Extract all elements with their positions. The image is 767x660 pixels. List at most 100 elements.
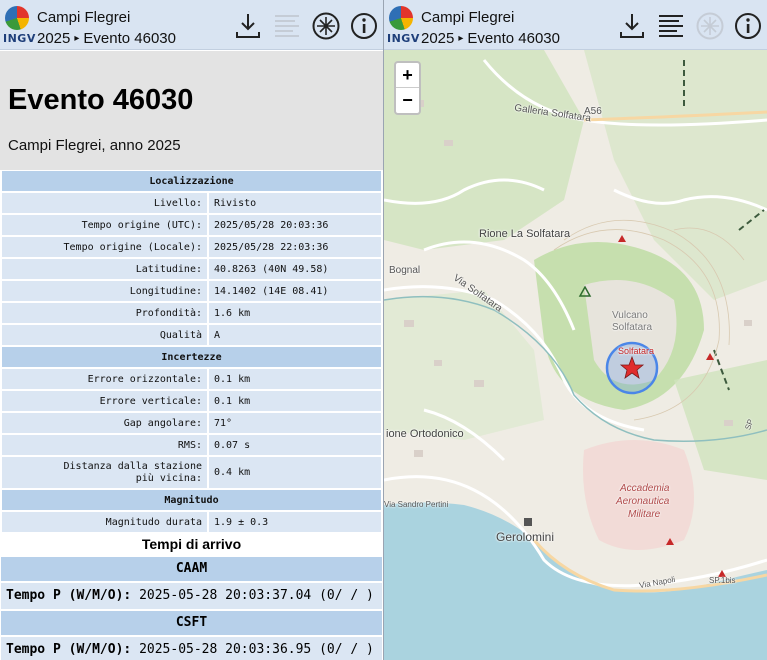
map-label: Vulcano xyxy=(612,310,648,321)
row-value: 2025/05/28 20:03:36 xyxy=(209,215,381,235)
row-key-line1: Distanza dalla stazione xyxy=(63,460,202,472)
event-detail-pane: INGV Campi Flegrei 2025 ▸ Evento 46030 Eve… xyxy=(0,0,383,660)
map-label: Rione La Solfatara xyxy=(479,228,571,240)
row-key: Livello: xyxy=(2,193,207,213)
zoom-in-button[interactable]: + xyxy=(396,63,419,88)
map-pane: Galleria Solfatara A56 Rione La Solfatar… xyxy=(384,0,767,660)
list-icon xyxy=(659,15,683,37)
row-key: Gap angolare: xyxy=(2,413,207,433)
station-row: Tempo P (W/M/O): 2025-05-28 20:03:37.04 … xyxy=(1,583,382,609)
map-label: Via Sandro Pertini xyxy=(384,500,449,509)
list-button[interactable] xyxy=(656,11,686,41)
breadcrumb-event: Evento 46030 xyxy=(467,30,560,47)
list-icon xyxy=(275,15,299,37)
row-value: 0.07 s xyxy=(209,435,381,455)
logo-text: INGV xyxy=(387,32,420,45)
breadcrumb-year[interactable]: 2025 xyxy=(421,30,454,47)
table-row: Errore verticale: 0.1 km xyxy=(2,391,381,411)
row-value: 14.1402 (14E 08.41) xyxy=(209,281,381,301)
zoom-control: + − xyxy=(394,61,421,115)
row-value: 0.1 km xyxy=(209,369,381,389)
download-button[interactable] xyxy=(617,11,647,41)
section-localizzazione: Localizzazione xyxy=(2,171,381,191)
left-top-bar: INGV Campi Flegrei 2025 ▸ Evento 46030 xyxy=(0,0,383,50)
no-map-button[interactable] xyxy=(311,11,341,41)
table-row: Qualità A xyxy=(2,325,381,345)
table-row: Longitudine: 14.1402 (14E 08.41) xyxy=(2,281,381,301)
map-label: ione Ortodonico xyxy=(386,428,464,440)
app-title: Campi Flegrei xyxy=(37,9,131,26)
row-value: 2025/05/28 22:03:36 xyxy=(209,237,381,257)
breadcrumb-event: Evento 46030 xyxy=(83,30,176,47)
info-button[interactable] xyxy=(349,11,379,41)
info-button[interactable] xyxy=(733,11,763,41)
table-row: Distanza dalla stazione più vicina: 0.4 km xyxy=(2,457,381,488)
row-value: 71° xyxy=(209,413,381,433)
map-label: Solfatara xyxy=(612,322,653,333)
station-marker-icon xyxy=(524,518,532,526)
map-canvas[interactable] xyxy=(384,0,767,660)
ingv-logo: INGV xyxy=(387,6,419,46)
download-icon xyxy=(236,14,260,38)
row-value: 0.4 km xyxy=(209,457,381,488)
zoom-out-button[interactable]: − xyxy=(396,88,419,113)
row-key: Errore verticale: xyxy=(2,391,207,411)
no-map-button[interactable] xyxy=(695,11,725,41)
map-label: SP.1bis xyxy=(709,576,736,585)
row-value: A xyxy=(209,325,381,345)
download-button[interactable] xyxy=(233,11,263,41)
breadcrumb-separator: ▸ xyxy=(458,33,464,44)
ingv-logo: INGV xyxy=(3,6,35,46)
arrival-times-title: Tempi di arrivo xyxy=(141,536,242,552)
map-label: Aeronautica xyxy=(616,496,670,507)
logo-text: INGV xyxy=(3,32,36,45)
table-row: Profondità: 1.6 km xyxy=(2,303,381,323)
event-title: Evento 46030 xyxy=(8,84,194,116)
station-row: Tempo P (W/M/O): 2025-05-28 20:03:36.95 … xyxy=(1,637,382,660)
table-row: RMS: 0.07 s xyxy=(2,435,381,455)
info-icon xyxy=(735,13,761,39)
ingv-globe-icon xyxy=(389,6,413,30)
row-value: 1.9 ± 0.3 xyxy=(209,512,381,532)
table-row: Errore orizzontale: 0.1 km xyxy=(2,369,381,389)
station-header: CAAM xyxy=(1,557,382,581)
row-value: 0.1 km xyxy=(209,391,381,411)
breadcrumb: 2025 ▸ Evento 46030 xyxy=(421,30,560,47)
info-icon xyxy=(351,13,377,39)
row-value: 40.8263 (40N 49.58) xyxy=(209,259,381,279)
event-subtitle: Campi Flegrei, anno 2025 xyxy=(8,137,181,154)
right-top-bar: INGV Campi Flegrei 2025 ▸ Evento 46030 xyxy=(384,0,767,50)
row-key: Profondità: xyxy=(2,303,207,323)
table-row: Tempo origine (UTC): 2025/05/28 20:03:36 xyxy=(2,215,381,235)
map-label: Militare xyxy=(628,509,661,520)
arrival-label: Tempo P (W/M/O): xyxy=(6,588,132,603)
row-key: Distanza dalla stazione più vicina: xyxy=(2,457,207,488)
row-key: Longitudine: xyxy=(2,281,207,301)
breadcrumb: 2025 ▸ Evento 46030 xyxy=(37,30,176,47)
row-key: Magnitudo durata xyxy=(2,512,207,532)
row-value: Rivisto xyxy=(209,193,381,213)
table-row: Tempo origine (Locale): 2025/05/28 22:03:… xyxy=(2,237,381,257)
download-icon xyxy=(620,14,644,38)
breadcrumb-separator: ▸ xyxy=(74,33,80,44)
list-button[interactable] xyxy=(272,11,302,41)
row-key: Qualità xyxy=(2,325,207,345)
breadcrumb-year[interactable]: 2025 xyxy=(37,30,70,47)
arrival-value: 2025-05-28 20:03:36.95 (0/ / ) xyxy=(139,642,374,657)
map-label: Solfatara xyxy=(618,346,655,356)
map-label: Bognal xyxy=(389,265,421,276)
app-title: Campi Flegrei xyxy=(421,9,515,26)
table-row: Magnitudo durata 1.9 ± 0.3 xyxy=(2,512,381,532)
map-label: A56 xyxy=(584,106,602,117)
arrival-label: Tempo P (W/M/O): xyxy=(6,642,132,657)
section-incertezze: Incertezze xyxy=(2,347,381,367)
table-row: Livello: Rivisto xyxy=(2,193,381,213)
no-map-icon xyxy=(312,12,340,40)
row-key-line2: più vicina: xyxy=(135,472,202,484)
row-key: Latitudine: xyxy=(2,259,207,279)
section-magnitudo: Magnitudo xyxy=(2,490,381,510)
arrival-value: 2025-05-28 20:03:37.04 (0/ / ) xyxy=(139,588,374,603)
row-key: Tempo origine (Locale): xyxy=(2,237,207,257)
no-map-icon xyxy=(696,12,724,40)
row-value: 1.6 km xyxy=(209,303,381,323)
